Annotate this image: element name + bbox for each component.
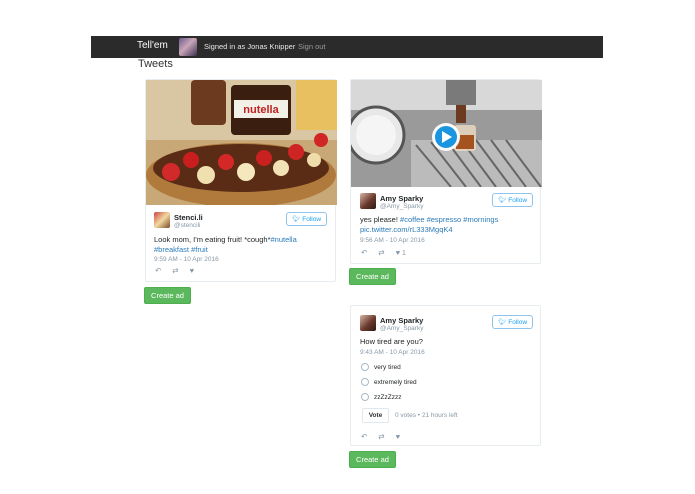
media-link[interactable]: pic.twitter.com/rL333MgqK4 (360, 225, 453, 234)
twitter-bird-icon: 🐦︎ (497, 197, 507, 204)
poll-option[interactable]: zzZzZzzz (361, 393, 401, 401)
hashtag-link[interactable]: #mornings (463, 215, 498, 224)
follow-button[interactable]: 🐦︎ Follow (492, 315, 533, 329)
create-ad-button[interactable]: Create ad (144, 287, 191, 304)
tweet-text: How tired are you? (360, 337, 423, 346)
reply-icon[interactable]: ↶ (155, 266, 161, 275)
tweet-actions: ↶ ⇄ ♥ 1 (361, 248, 406, 257)
tweet-actions: ↶ ⇄ ♥ (155, 266, 194, 275)
follow-button[interactable]: 🐦︎ Follow (492, 193, 533, 207)
poll-option-label: zzZzZzzz (374, 393, 402, 401)
radio-button[interactable] (361, 363, 369, 371)
reply-icon[interactable]: ↶ (361, 248, 367, 257)
follow-button[interactable]: 🐦︎ Follow (286, 212, 327, 226)
svg-text:nutella: nutella (243, 104, 279, 116)
tweet-text-plain: yes please! (360, 215, 401, 224)
retweet-icon[interactable]: ⇄ (378, 432, 384, 441)
sign-out-link[interactable]: Sign out (298, 42, 326, 51)
navbar: Tell'em Signed in as Jonas Knipper Sign … (91, 36, 603, 58)
tweet-timestamp[interactable]: 9:43 AM - 10 Apr 2016 (360, 349, 425, 356)
author-handle[interactable]: @Amy_Sparky (380, 325, 423, 332)
hashtag-link[interactable]: #espresso (427, 215, 462, 224)
follow-label: Follow (508, 318, 528, 326)
signed-in-text: Signed in as Jonas Knipper (204, 42, 296, 51)
author-avatar[interactable] (360, 315, 376, 331)
hashtag-link[interactable]: #fruit (191, 245, 208, 254)
poll-option-label: very tired (374, 363, 401, 371)
author-name[interactable]: Amy Sparky (380, 316, 423, 325)
author-avatar[interactable] (360, 193, 376, 209)
follow-label: Follow (508, 196, 528, 204)
user-avatar (179, 38, 197, 56)
poll-option[interactable]: very tired (361, 363, 401, 371)
tweet-text: yes please! #coffee #espresso #mornings … (360, 215, 538, 235)
radio-button[interactable] (361, 378, 369, 386)
like-count: 1 (402, 250, 406, 257)
author-avatar[interactable] (154, 212, 170, 228)
tweet-timestamp[interactable]: 9:59 AM - 10 Apr 2016 (154, 256, 219, 263)
author-handle[interactable]: @Amy_Sparky (380, 203, 423, 210)
twitter-bird-icon: 🐦︎ (291, 216, 301, 223)
tweet-text-plain: Look mom, I'm eating fruit! *cough* (154, 235, 271, 244)
poll-option-label: extremely tired (374, 378, 417, 386)
create-ad-button[interactable]: Create ad (349, 268, 396, 285)
brand[interactable]: Tell'em (137, 40, 168, 51)
author-handle[interactable]: @stencili (174, 222, 200, 229)
tweet-photo[interactable]: nutella (146, 80, 337, 205)
twitter-bird-icon: 🐦︎ (497, 319, 507, 326)
tweet-video[interactable] (351, 80, 542, 187)
retweet-icon[interactable]: ⇄ (378, 248, 384, 257)
tweet-actions: ↶ ⇄ ♥ (361, 432, 400, 441)
tweet-card: Amy Sparky @Amy_Sparky 🐦︎ Follow How tir… (350, 305, 541, 446)
tweet-card: nutella Stenci.li @stencili 🐦︎ Follow Lo… (145, 79, 337, 282)
follow-label: Follow (302, 215, 322, 223)
like-icon[interactable]: ♥ (190, 266, 194, 275)
radio-button[interactable] (361, 393, 369, 401)
hashtag-link[interactable]: #breakfast (154, 245, 189, 254)
retweet-icon[interactable]: ⇄ (172, 266, 178, 275)
author-name[interactable]: Stenci.li (174, 213, 203, 222)
tweet-card: Amy Sparky @Amy_Sparky 🐦︎ Follow yes ple… (350, 79, 542, 264)
author-name[interactable]: Amy Sparky (380, 194, 423, 203)
reply-icon[interactable]: ↶ (361, 432, 367, 441)
poll-meta: 0 votes • 21 hours left (395, 412, 458, 419)
hashtag-link[interactable]: #nutella (271, 235, 297, 244)
like-icon[interactable]: ♥ (396, 432, 400, 441)
hashtag-link[interactable]: #coffee (400, 215, 424, 224)
create-ad-button[interactable]: Create ad (349, 451, 396, 468)
vote-button[interactable]: Vote (362, 408, 389, 423)
tweet-text: Look mom, I'm eating fruit! *cough*#nute… (154, 235, 332, 255)
like-button[interactable]: ♥ 1 (396, 248, 406, 257)
poll-option[interactable]: extremely tired (361, 378, 417, 386)
like-icon: ♥ (395, 248, 401, 257)
tweet-timestamp[interactable]: 9:56 AM - 10 Apr 2016 (360, 237, 425, 244)
page-title: Tweets (138, 58, 173, 70)
